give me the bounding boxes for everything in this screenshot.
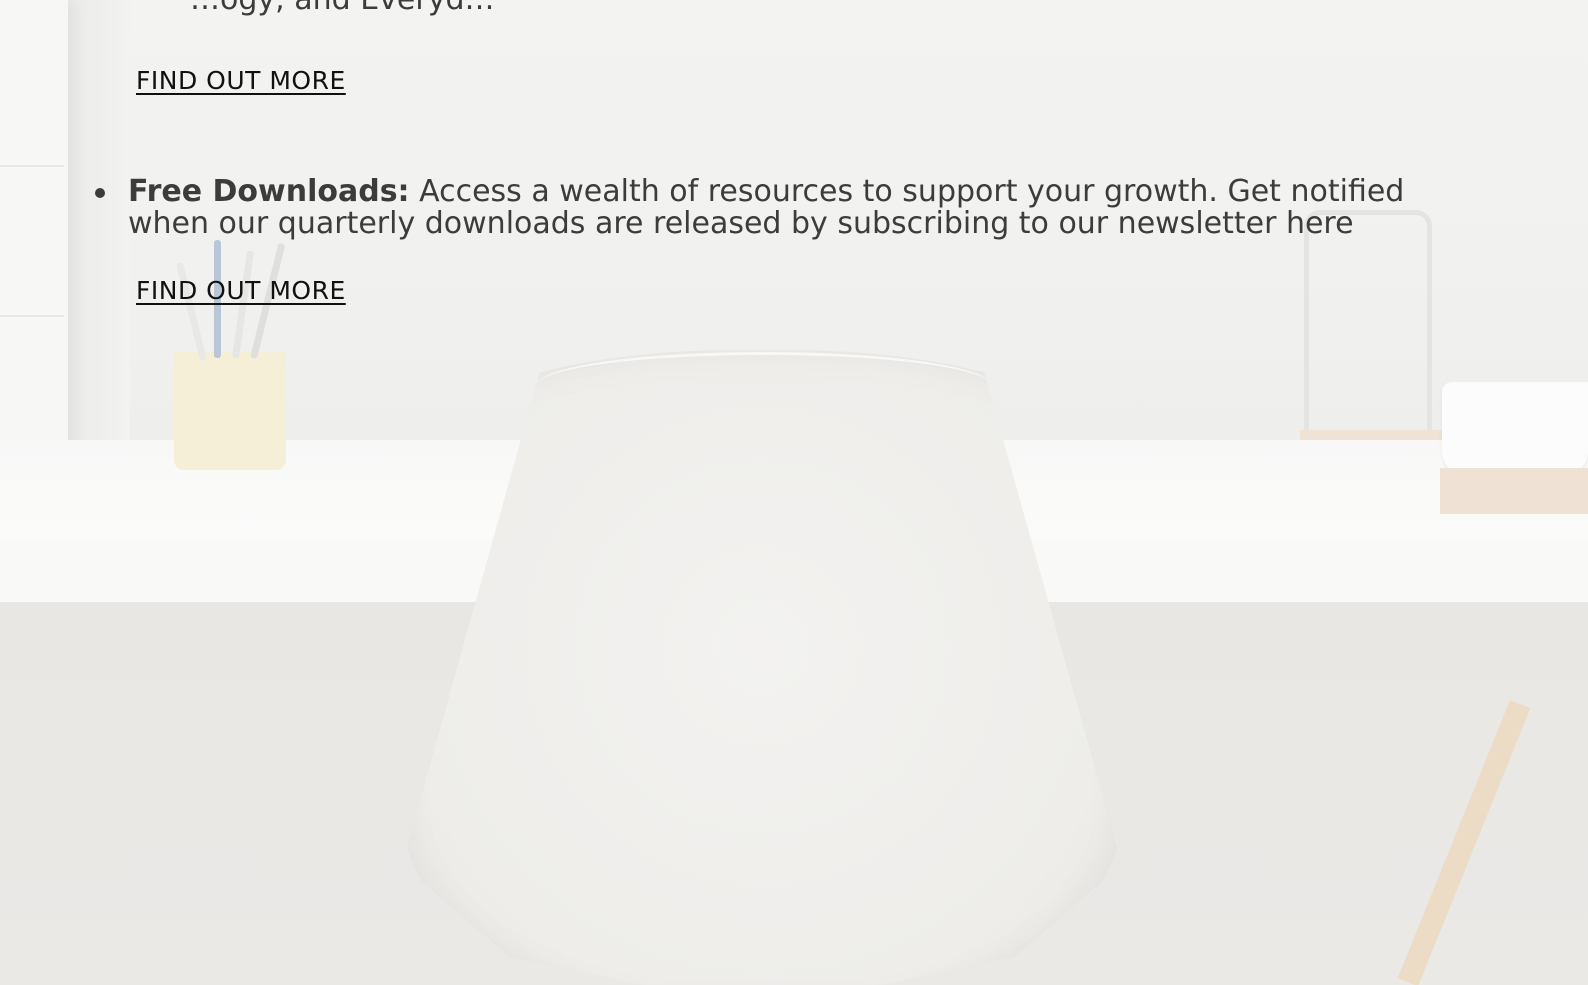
bullet-icon [95, 188, 105, 198]
feature-title: Free Downloads: [128, 174, 410, 209]
main-content: …ogy, and Everyd… FIND OUT MORE Free Dow… [0, 0, 1588, 985]
find-out-more-link-2[interactable]: FIND OUT MORE [136, 276, 346, 305]
partial-top-text: …ogy, and Everyd… [190, 0, 495, 17]
find-out-more-link-1[interactable]: FIND OUT MORE [136, 66, 346, 95]
feature-list: Free Downloads: Access a wealth of resou… [0, 176, 1588, 240]
list-item-free-downloads: Free Downloads: Access a wealth of resou… [0, 176, 1468, 240]
